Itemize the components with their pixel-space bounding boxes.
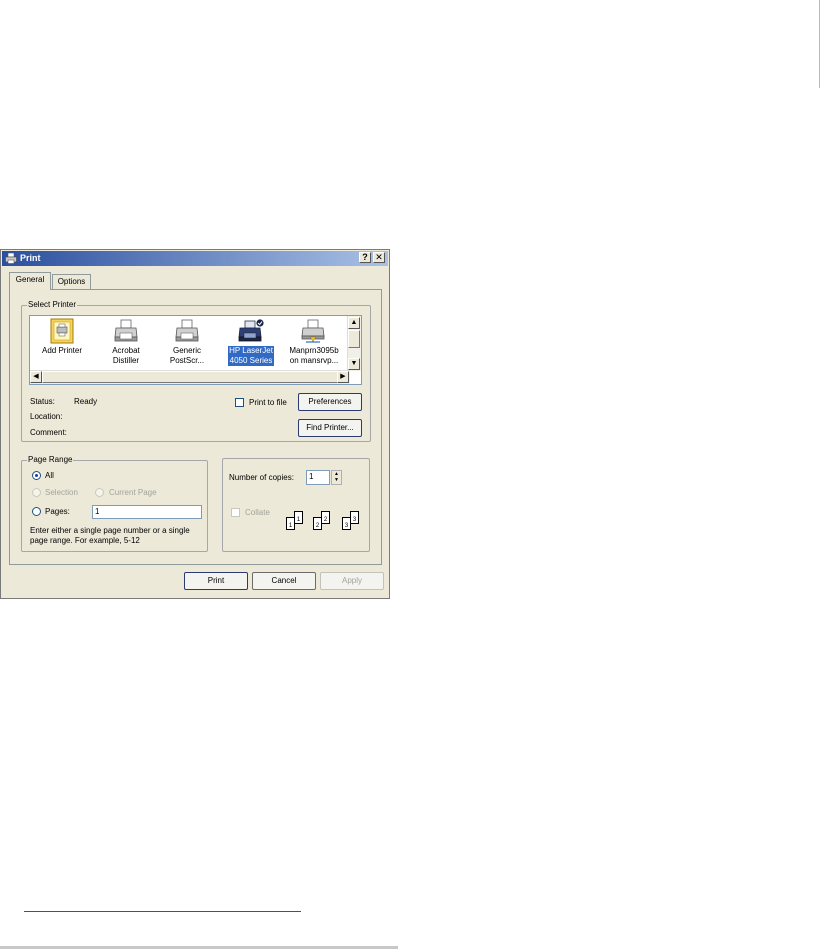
footer-link-underline [24,911,301,912]
number-of-copies-label: Number of copies: [229,473,294,482]
find-printer-button[interactable]: Find Printer... [298,419,362,437]
tab-general[interactable]: General [9,272,51,290]
printer-item-add-printer[interactable]: Add Printer [32,318,92,356]
tab-options[interactable]: Options [52,274,91,289]
print-button[interactable]: Print [184,572,248,590]
collate-page-icon: 1 [294,511,303,524]
dialog-title: Print [20,253,41,263]
pages-input[interactable]: 1 [92,505,202,519]
select-printer-legend: Select Printer [27,300,78,310]
printer-list-vertical-scrollbar[interactable]: ▲ ▼ [347,316,361,371]
collate-page-icon: 3 [342,517,351,530]
collate-page-icon: 2 [313,517,322,530]
printer-item-generic-postscript[interactable]: Generic PostScr... [157,318,217,366]
printer-label: Generic PostScr... [169,346,205,365]
footer-rule [0,946,398,949]
page-range-hint: Enter either a single page number or a s… [30,526,190,545]
printer-list-horizontal-scrollbar[interactable]: ◀ ▶ [30,370,350,384]
title-bar[interactable]: Print [2,251,388,266]
pages-radio[interactable] [32,507,41,516]
printer-icon [5,252,17,266]
scroll-down-icon[interactable]: ▼ [348,358,360,370]
scroll-right-icon[interactable]: ▶ [337,371,349,383]
current-page-label: Current Page [109,488,157,497]
collate-page-icon: 3 [350,511,359,524]
all-pages-radio[interactable] [32,471,41,480]
add-printer-icon [50,318,74,344]
printer-label: Acrobat Distiller [112,346,140,365]
close-button[interactable]: ✕ [373,252,385,263]
spin-down-icon[interactable]: ▼ [332,477,341,483]
printer-list[interactable]: Add Printer Acrobat Distiller Generic Po… [29,315,362,385]
collate-page-icon: 1 [286,517,295,530]
collate-label: Collate [245,508,270,517]
printer-item-hp-laserjet-4050[interactable]: HP LaserJet 4050 Series [221,318,281,366]
comment-label: Comment: [30,428,67,437]
printer-icon [114,319,138,342]
printer-icon [175,319,199,342]
collate-page-icon: 2 [321,511,330,524]
close-icon: ✕ [375,252,383,262]
default-printer-icon [238,318,265,342]
apply-button[interactable]: Apply [320,572,384,590]
copies-spinner[interactable]: ▲ ▼ [331,470,342,485]
status-label: Status: [30,397,55,406]
selection-label: Selection [45,488,78,497]
printer-label: Add Printer [41,346,83,355]
preferences-button[interactable]: Preferences [298,393,362,411]
printer-label: Manprn3095b on mansrvp... [289,346,339,365]
current-page-radio[interactable] [95,488,104,497]
printer-item-manprn3095b[interactable]: Manprn3095b on mansrvp... [284,318,344,366]
status-value: Ready [74,397,98,406]
printer-item-acrobat-distiller[interactable]: Acrobat Distiller [96,318,156,366]
all-pages-label: All [45,471,54,480]
page-range-legend: Page Range [27,455,74,465]
print-to-file-checkbox[interactable] [235,398,244,407]
location-label: Location: [30,412,63,421]
print-to-file-label: Print to file [249,398,287,407]
page-edge-line [819,0,820,88]
scroll-left-icon[interactable]: ◀ [30,371,42,383]
cancel-button[interactable]: Cancel [252,572,316,590]
collate-checkbox[interactable] [231,508,240,517]
vertical-scroll-thumb[interactable] [348,330,360,348]
help-button[interactable]: ? [359,252,371,263]
horizontal-scroll-thumb[interactable] [42,371,338,383]
number-of-copies-input[interactable]: 1 [306,470,330,485]
pages-label: Pages: [45,507,70,516]
printer-label: HP LaserJet 4050 Series [228,346,274,366]
selection-radio[interactable] [32,488,41,497]
network-printer-icon [301,319,325,343]
scroll-up-icon[interactable]: ▲ [348,317,360,329]
